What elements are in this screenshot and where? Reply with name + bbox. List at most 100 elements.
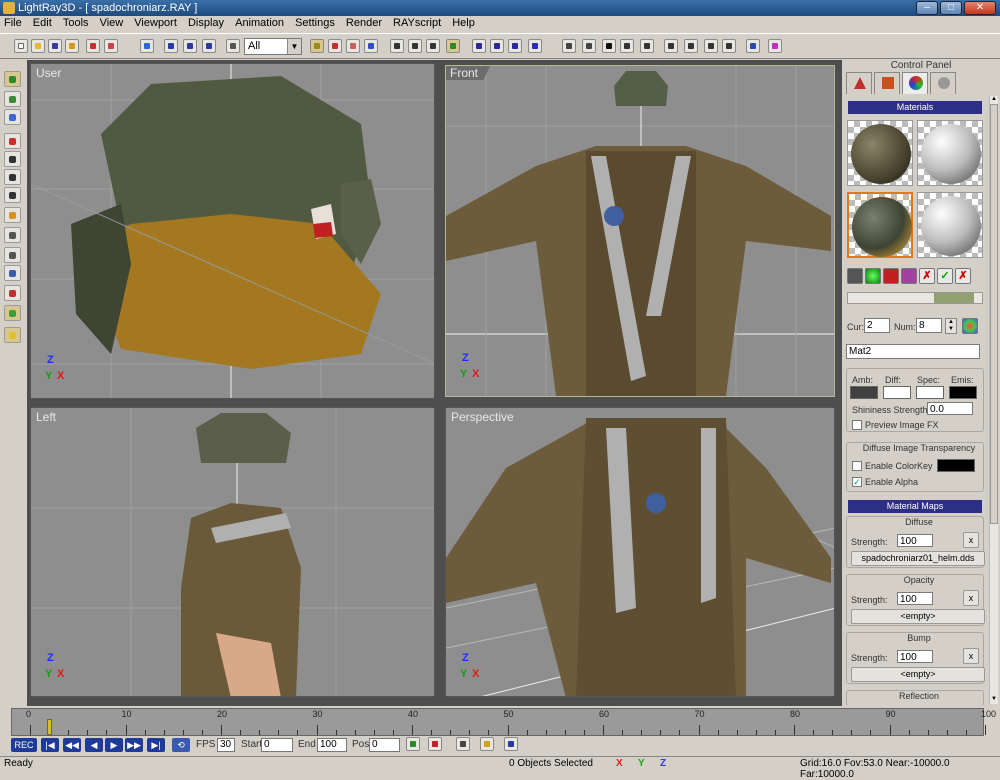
loop-icon[interactable]: ⟲ [172, 738, 190, 752]
bump-strength-input[interactable]: 100 [897, 650, 933, 663]
scroll-up-icon[interactable]: ▲ [990, 96, 998, 104]
next-key-icon[interactable]: ▶▶ [125, 738, 143, 752]
bump-file-button[interactable]: <empty> [851, 667, 985, 682]
layout-quad-icon[interactable] [4, 151, 21, 167]
select-object-icon[interactable] [202, 39, 216, 53]
camera-icon[interactable] [4, 227, 21, 243]
menu-help[interactable]: Help [448, 16, 479, 31]
delete-material-icon[interactable]: ✗ [919, 268, 935, 284]
group-icon[interactable] [602, 39, 616, 53]
num-stepper[interactable]: ▲ ▼ [945, 318, 957, 334]
export-icon[interactable] [86, 39, 100, 53]
menu-file[interactable]: File [0, 16, 26, 31]
new-file-icon[interactable] [14, 39, 28, 53]
start-input[interactable]: 0 [261, 738, 293, 752]
axis-xy-icon[interactable] [472, 39, 486, 53]
tab-modify[interactable] [874, 72, 900, 94]
scale-icon[interactable] [426, 39, 440, 53]
enable-alpha-checkbox[interactable]: ✓ [852, 477, 862, 487]
zoom-extents-icon[interactable] [704, 39, 718, 53]
close-file-icon[interactable] [104, 39, 118, 53]
material-swatch-2[interactable] [917, 120, 983, 186]
enable-colorkey-checkbox[interactable] [852, 461, 862, 471]
last-frame-icon[interactable]: ▶| [147, 738, 165, 752]
move-icon[interactable] [390, 39, 404, 53]
emis-color[interactable] [949, 386, 977, 399]
opacity-clear-button[interactable]: x [963, 590, 979, 606]
pos-input[interactable]: 0 [369, 738, 400, 752]
cylinder-icon[interactable] [901, 268, 917, 284]
zoom-all-icon[interactable] [722, 39, 736, 53]
zoom-region-icon[interactable] [4, 133, 21, 149]
prev-key-icon[interactable]: ◀◀ [63, 738, 81, 752]
viewport-user[interactable]: User Z Y X [30, 63, 435, 399]
tab-materials[interactable] [902, 72, 928, 94]
menu-edit[interactable]: Edit [29, 16, 56, 31]
filter-list-icon[interactable] [226, 39, 240, 53]
axis-y-icon[interactable] [508, 39, 522, 53]
snap-icon[interactable] [684, 39, 698, 53]
select-poly-icon[interactable] [183, 39, 197, 53]
layout-single-icon[interactable] [4, 169, 21, 185]
checker-map-icon[interactable] [847, 268, 863, 284]
opacity-file-button[interactable]: <empty> [851, 609, 985, 624]
material-scrollbar[interactable] [847, 292, 983, 304]
prev-frame-icon[interactable]: ◀ [85, 738, 103, 752]
orbit-icon[interactable] [4, 91, 21, 107]
first-frame-icon[interactable]: |◀ [41, 738, 59, 752]
diffuse-clear-button[interactable]: x [963, 532, 979, 548]
tab-create[interactable] [846, 72, 872, 94]
object-filter-select[interactable]: All ▼ [244, 38, 302, 55]
pan-hand-icon[interactable] [4, 71, 21, 87]
apply-material-icon[interactable]: ✓ [937, 268, 953, 284]
cur-input[interactable]: 2 [864, 318, 890, 333]
play-icon[interactable]: ▶ [105, 738, 123, 752]
menu-view[interactable]: View [96, 16, 128, 31]
remove-material-icon[interactable]: ✗ [955, 268, 971, 284]
box-select-icon[interactable] [4, 305, 21, 321]
colorkey-color[interactable] [937, 459, 975, 472]
axis-x-icon[interactable] [490, 39, 504, 53]
cube-icon[interactable] [4, 265, 21, 281]
select-point-icon[interactable] [164, 39, 178, 53]
key-copy-icon[interactable] [456, 737, 470, 751]
menu-viewport[interactable]: Viewport [130, 16, 181, 31]
ik-icon[interactable] [746, 39, 760, 53]
paint-icon[interactable] [4, 207, 21, 223]
select-lasso-icon[interactable] [346, 39, 360, 53]
menu-rayscript[interactable]: RAYscript [389, 16, 445, 31]
magnet-icon[interactable] [446, 39, 460, 53]
opacity-strength-input[interactable]: 100 [897, 592, 933, 605]
diffuse-file-button[interactable]: spadochroniarz01_helm.dds [851, 551, 985, 566]
viewport-left[interactable]: Left Z Y X [30, 407, 435, 697]
colors-icon[interactable] [4, 285, 21, 301]
material-swatch-4[interactable] [917, 192, 983, 258]
select-fence-icon[interactable] [328, 39, 342, 53]
num-input[interactable]: 8 [916, 318, 942, 333]
material-swatch-1[interactable] [847, 120, 913, 186]
mirror-icon[interactable] [620, 39, 634, 53]
zoom-icon[interactable] [4, 109, 21, 125]
undo-icon[interactable] [140, 39, 154, 53]
scroll-down-icon[interactable]: ▼ [990, 696, 998, 704]
maximize-button[interactable]: □ [940, 1, 962, 15]
axis-z-icon[interactable] [528, 39, 542, 53]
menu-render[interactable]: Render [342, 16, 386, 31]
timeline-marker[interactable] [47, 719, 53, 735]
save-icon[interactable] [48, 39, 62, 53]
scrollbar-thumb[interactable] [990, 104, 998, 524]
menu-display[interactable]: Display [184, 16, 228, 31]
key-paste-icon[interactable] [480, 737, 494, 751]
pointer-icon[interactable] [364, 39, 378, 53]
end-input[interactable]: 100 [317, 738, 347, 752]
save-animation-icon[interactable] [504, 737, 518, 751]
shininess-input[interactable]: 0.0 [927, 402, 973, 415]
link-icon[interactable] [562, 39, 576, 53]
viewport-front[interactable]: Front Z Y X [445, 65, 835, 397]
align-icon[interactable] [664, 39, 678, 53]
control-panel-scrollbar[interactable]: ▲ ▼ [989, 96, 998, 704]
unlink-icon[interactable] [582, 39, 596, 53]
diffuse-strength-input[interactable]: 100 [897, 534, 933, 547]
import-icon[interactable] [65, 39, 79, 53]
light-icon[interactable] [4, 247, 21, 263]
